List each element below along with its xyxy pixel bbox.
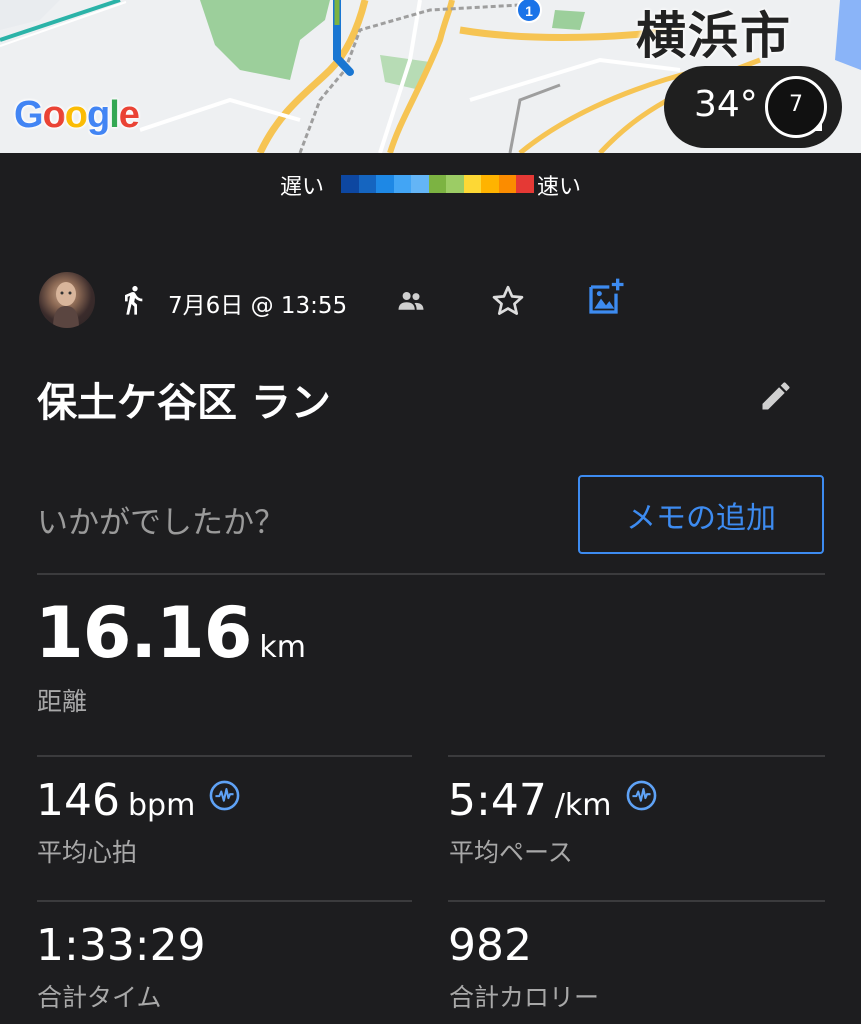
total-time-value: 1:33:29 (36, 920, 206, 971)
legend-fast-label: 速い (537, 175, 582, 200)
distance-label: 距離 (37, 687, 88, 716)
avg-pace-value: 5:47 (448, 775, 547, 826)
total-time-label: 合計タイム (37, 983, 162, 1012)
aqi-icon: 7 (765, 76, 827, 138)
calories-value: 982 (448, 920, 532, 971)
add-photo-icon[interactable] (586, 277, 626, 317)
legend-color-segment (411, 175, 429, 193)
pace-legend: 遅い 速い (0, 165, 861, 200)
people-icon[interactable] (396, 288, 426, 314)
google-logo: Google (14, 94, 140, 136)
running-icon (125, 286, 143, 315)
divider (37, 900, 412, 902)
chart-pulse-icon[interactable] (209, 780, 240, 811)
avatar[interactable] (39, 272, 95, 328)
temperature: 34° (694, 84, 758, 125)
avg-pace-unit: /km (554, 788, 612, 823)
legend-color-segment (358, 175, 376, 193)
legend-slow-label: 遅い (280, 175, 325, 200)
divider (448, 755, 825, 757)
legend-color-segment (481, 175, 499, 193)
route-map[interactable]: 1 Google 横浜市 34° 7 (0, 0, 861, 153)
legend-color-segment (463, 175, 481, 193)
chart-pulse-icon[interactable] (626, 780, 657, 811)
distance-stat: 16.16 km (35, 592, 306, 674)
divider (37, 573, 825, 575)
legend-color-segment (498, 175, 516, 193)
star-icon[interactable] (490, 283, 526, 319)
route-badge: 1 (525, 3, 533, 19)
aqi-value: 7 (789, 92, 803, 117)
legend-color-segment (393, 175, 411, 193)
distance-value: 16.16 (35, 592, 252, 674)
add-memo-button[interactable]: メモの追加 (578, 475, 824, 554)
distance-unit: km (259, 630, 307, 665)
avg-hr-stat[interactable]: 146 bpm (36, 775, 240, 826)
feeling-prompt: いかがでしたか？ (37, 505, 285, 541)
avg-hr-value: 146 (36, 775, 120, 826)
legend-color-bar (341, 175, 534, 193)
calories-label: 合計カロリー (449, 983, 600, 1012)
legend-color-segment (446, 175, 464, 193)
avg-pace-stat[interactable]: 5:47/km (448, 775, 657, 826)
divider (37, 755, 412, 757)
pencil-icon[interactable] (758, 378, 794, 414)
activity-title[interactable]: 保土ケ谷区 ラン (37, 370, 331, 428)
activity-datetime: 7月6日 @ 13:55 (168, 293, 348, 319)
avg-pace-label: 平均ペース (449, 838, 573, 867)
avg-hr-unit: bpm (127, 788, 196, 823)
legend-color-segment (428, 175, 446, 193)
city-label: 横浜市 (636, 7, 792, 65)
weather-badge[interactable]: 34° 7 (664, 66, 842, 148)
total-time-stat: 1:33:29 (36, 920, 206, 971)
calories-stat: 982 (448, 920, 532, 971)
avg-hr-label: 平均心拍 (37, 838, 138, 867)
divider (448, 900, 825, 902)
legend-color-segment (341, 175, 359, 193)
legend-color-segment (516, 175, 534, 193)
legend-color-segment (376, 175, 394, 193)
activity-header: 7月6日 @ 13:55 (0, 272, 861, 328)
